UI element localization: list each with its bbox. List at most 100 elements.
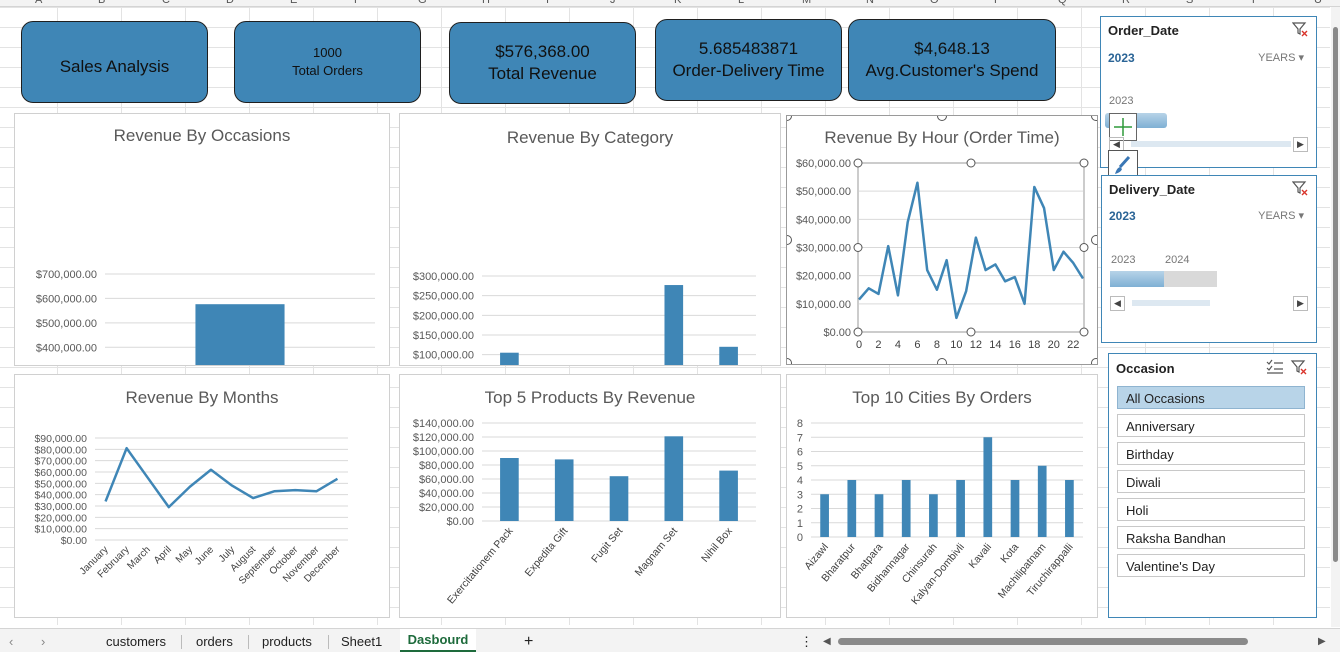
horizontal-scrollbar[interactable]: [838, 638, 1248, 645]
chart-revenue-by-hour[interactable]: Revenue By Hour (Order Time) $0.00 $10,00…: [786, 115, 1098, 365]
occasion-item[interactable]: Valentine's Day: [1117, 554, 1305, 577]
clear-filter-icon[interactable]: [1291, 180, 1308, 199]
occasion-item[interactable]: All Occasions: [1117, 386, 1305, 409]
sheet-tab-sheet1[interactable]: Sheet1: [341, 632, 382, 652]
bar: [983, 437, 993, 537]
multi-select-icon[interactable]: [1266, 359, 1284, 378]
y-tick-label: 0: [797, 532, 803, 544]
column-letter[interactable]: U: [1314, 0, 1322, 6]
timeline-period-dropdown[interactable]: YEARS ▾: [1258, 209, 1304, 222]
occasion-item[interactable]: Diwali: [1117, 470, 1305, 493]
scroll-left-icon[interactable]: ◀: [1110, 296, 1125, 311]
chevron-down-icon: ▾: [1298, 52, 1304, 64]
y-tick-label: $140,000.00: [413, 418, 474, 430]
timeline-tick: 2023: [1109, 95, 1134, 107]
occasion-item[interactable]: Anniversary: [1117, 414, 1305, 437]
chart-top5-products[interactable]: Top 5 Products By Revenue $0.00 $20,000.0…: [399, 374, 781, 618]
bar: [500, 352, 519, 365]
column-letter[interactable]: G: [418, 0, 427, 6]
column-letter[interactable]: S: [1186, 0, 1193, 6]
chevron-left-icon[interactable]: ‹: [9, 632, 13, 652]
y-tick-label: $120,000.00: [413, 432, 474, 444]
y-tick-label: $40,000.00: [419, 488, 474, 500]
column-letter[interactable]: O: [930, 0, 939, 6]
kpi-total-orders[interactable]: 1000 Total Orders: [234, 21, 421, 103]
vertical-scrollbar[interactable]: [1331, 7, 1340, 627]
y-tick-label: $20,000.00: [34, 512, 87, 524]
chart-revenue-by-category[interactable]: Revenue By Category $0.00$50,000.00$100,…: [399, 113, 781, 366]
timeline-year-label: 2023: [1108, 51, 1135, 65]
kpi-avg-customer-spend[interactable]: $4,648.13 Avg.Customer's Spend: [848, 19, 1056, 101]
y-tick-label: $60,000.00: [34, 467, 87, 479]
timeline-tick: 2023: [1111, 254, 1136, 266]
kpi-value: $576,368.00: [495, 42, 590, 61]
y-tick-label: 5: [797, 461, 803, 473]
column-letter[interactable]: Q: [1058, 0, 1067, 6]
bar: [500, 458, 519, 521]
column-letter[interactable]: E: [290, 0, 297, 6]
chevron-right-icon[interactable]: ›: [41, 632, 45, 652]
scroll-right-icon[interactable]: ▶: [1318, 632, 1326, 652]
scroll-right-icon[interactable]: ▶: [1293, 296, 1308, 311]
column-letter[interactable]: T: [1250, 0, 1257, 6]
bar: [874, 494, 884, 537]
y-tick-label: 1: [797, 518, 803, 530]
sheet-tab-products[interactable]: products: [262, 632, 312, 652]
slicer-occasion[interactable]: Occasion All Occasions Anniversary Birthda…: [1108, 353, 1317, 618]
kpi-order-delivery-time[interactable]: 5.685483871 Order-Delivery Time: [655, 19, 842, 101]
x-tick-label: Exercitationem Pack: [445, 525, 516, 607]
column-letter[interactable]: N: [866, 0, 874, 6]
timeline-unselected-bar[interactable]: [1164, 271, 1217, 287]
x-tick-label: April: [152, 544, 174, 566]
column-letter[interactable]: L: [738, 0, 744, 6]
column-letter[interactable]: P: [994, 0, 1001, 6]
timeline-scrollbar[interactable]: [1131, 141, 1291, 147]
occasion-item[interactable]: Birthday: [1117, 442, 1305, 465]
slicer-delivery-date[interactable]: Delivery_Date 2023 YEARS ▾ 2023 2024 ◀ ▶: [1101, 175, 1317, 343]
timeline-scrollbar[interactable]: [1132, 300, 1210, 306]
sheet-tab-label: Dasbourd: [407, 632, 469, 647]
more-options-icon[interactable]: ⋮: [800, 632, 813, 652]
slicer-title: Order_Date: [1108, 23, 1179, 38]
scroll-right-icon[interactable]: ▶: [1293, 137, 1308, 152]
column-letter[interactable]: K: [674, 0, 681, 6]
occasion-item[interactable]: Holi: [1117, 498, 1305, 521]
y-tick-label: $100,000.00: [413, 350, 474, 362]
chart-revenue-by-occasions[interactable]: Revenue By Occasions $0.00$100,000.00$20…: [14, 113, 390, 366]
add-sheet-button[interactable]: +: [524, 632, 533, 652]
kpi-value: 5.685483871: [698, 39, 799, 58]
chart-top10-cities[interactable]: Top 10 Cities By Orders 0 1 2 3 4 5 6 7 8 Aizawl B…: [786, 374, 1098, 618]
resize-handle-icon: [966, 158, 976, 168]
timeline-period-dropdown[interactable]: YEARS ▾: [1258, 51, 1304, 64]
sheet-tab-dasbourd[interactable]: Dasbourd: [400, 629, 476, 652]
timeline-selection-bar[interactable]: [1110, 271, 1164, 287]
bar: [195, 304, 285, 365]
kpi-total-revenue[interactable]: $576,368.00 Total Revenue: [449, 22, 636, 104]
slicer-order-date[interactable]: Order_Date 2023 YEARS ▾ 2023 ◀ ▶: [1100, 16, 1317, 168]
x-tick-label: 14: [989, 339, 1001, 351]
chart-revenue-by-months[interactable]: Revenue By Months $0.00 $10,000.00 $20,000…: [14, 374, 390, 618]
series-line: [858, 181, 1085, 320]
vertical-scroll-thumb[interactable]: [1333, 27, 1338, 562]
sheet-tab-orders[interactable]: orders: [196, 632, 233, 652]
bar: [664, 285, 684, 365]
timeline-period-label: YEARS: [1258, 210, 1296, 222]
column-letter[interactable]: B: [98, 0, 105, 6]
column-letter[interactable]: M: [802, 0, 811, 6]
clear-filter-icon[interactable]: [1291, 21, 1308, 40]
clear-filter-icon[interactable]: [1290, 359, 1308, 378]
column-letter[interactable]: C: [162, 0, 170, 6]
kpi-sales-analysis[interactable]: Sales Analysis: [21, 21, 208, 103]
column-letter[interactable]: R: [1122, 0, 1130, 6]
column-letter[interactable]: H: [482, 0, 490, 6]
sheet-tab-customers[interactable]: customers: [106, 632, 166, 652]
column-letter[interactable]: J: [610, 0, 616, 6]
occasion-item[interactable]: Raksha Bandhan: [1117, 526, 1305, 549]
column-letter[interactable]: D: [226, 0, 234, 6]
column-letter[interactable]: A: [35, 0, 42, 6]
resize-handle-icon: [853, 327, 863, 337]
scroll-left-icon[interactable]: ◀: [823, 632, 831, 652]
column-letter[interactable]: F: [354, 0, 361, 6]
column-letter[interactable]: I: [546, 0, 549, 6]
y-tick-label: $40,000.00: [34, 490, 87, 502]
